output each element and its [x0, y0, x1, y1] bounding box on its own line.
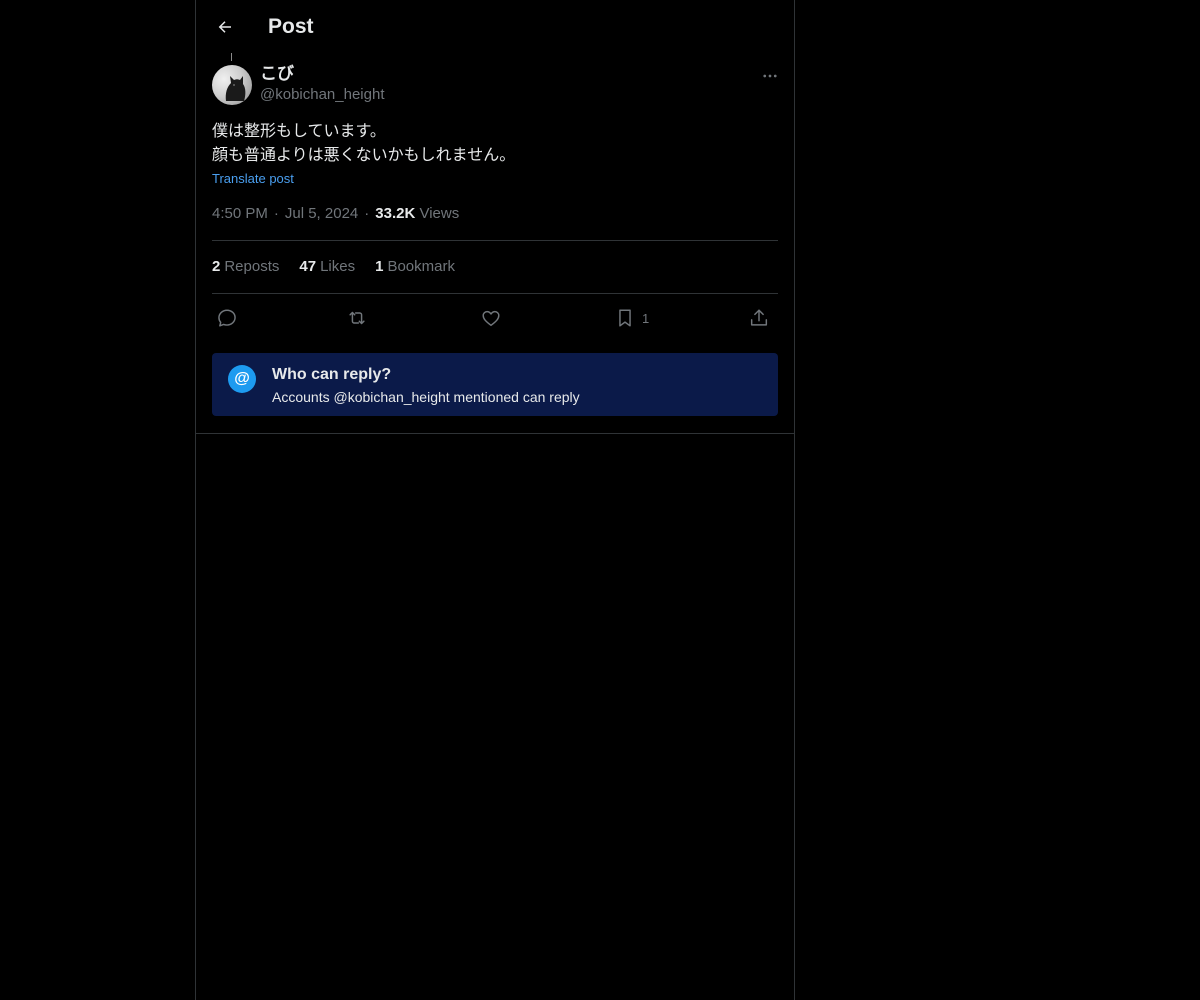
share-icon [750, 309, 768, 326]
likes-stat[interactable]: 47 Likes [299, 257, 355, 277]
bookmark-button[interactable]: 1 [614, 303, 649, 333]
reply-restriction-title: Who can reply? [272, 366, 392, 383]
post-date[interactable]: Jul 5, 2024 [285, 205, 358, 222]
repost-icon [349, 311, 365, 325]
back-button[interactable] [208, 10, 242, 44]
post-text: 僕は整形もしています。 顔も普通よりは悪くないかもしれません。 [212, 119, 772, 167]
post-meta: 4:50 PM · Jul 5, 2024 · 33.2K Views [212, 204, 459, 224]
post-header: Post [196, 0, 794, 54]
post-column: Post こび @kobichan_height 僕は整形もしています。 顔も普… [195, 0, 795, 1000]
meta-separator: · [273, 205, 279, 222]
repost-button[interactable] [346, 303, 368, 333]
bookmarks-stat[interactable]: 1 Bookmark [375, 257, 455, 277]
reposts-stat[interactable]: 2 Reposts [212, 257, 279, 277]
reply-icon [218, 309, 236, 327]
share-button[interactable] [748, 303, 770, 333]
avatar[interactable] [212, 65, 252, 105]
bookmarks-count: 1 [375, 258, 384, 275]
bookmarks-label: Bookmark [387, 258, 455, 275]
reposts-label: Reposts [224, 258, 280, 275]
likes-count: 47 [299, 258, 317, 275]
at-sign-icon: @ [228, 365, 256, 393]
cat-avatar-image [225, 76, 246, 101]
likes-label: Likes [320, 258, 356, 275]
reply-button[interactable] [216, 303, 238, 333]
like-icon [482, 310, 500, 327]
author-handle[interactable]: @kobichan_height [260, 85, 384, 105]
reply-restriction-notice: @ Who can reply? Accounts @kobichan_heig… [212, 353, 778, 416]
arrow-left-icon [218, 21, 231, 33]
post-text-line: 僕は整形もしています。 [212, 121, 386, 140]
views-count: 33.2K [375, 205, 416, 222]
more-horizontal-icon [763, 74, 777, 78]
translate-post-link[interactable]: Translate post [212, 170, 294, 188]
page-title: Post [268, 15, 314, 38]
bookmark-icon [619, 309, 631, 327]
post-stats: 2 Reposts 47 Likes 1 Bookmark [212, 257, 455, 277]
more-options-button[interactable] [758, 64, 782, 88]
author-display-name[interactable]: こび [260, 63, 294, 85]
reposts-count: 2 [212, 258, 221, 275]
post-text-line: 顔も普通よりは悪くないかもしれません。 [212, 145, 516, 164]
reply-restriction-subtitle: Accounts @kobichan_height mentioned can … [272, 389, 580, 405]
divider [212, 240, 778, 241]
bookmark-count: 1 [642, 310, 650, 326]
thread-connector-line [231, 53, 232, 61]
views-label: Views [419, 205, 460, 222]
post-time[interactable]: 4:50 PM [212, 205, 268, 222]
divider [212, 293, 778, 294]
like-button[interactable] [480, 303, 502, 333]
post-actions: 1 [212, 303, 778, 333]
meta-separator: · [364, 205, 370, 222]
divider [196, 433, 794, 434]
